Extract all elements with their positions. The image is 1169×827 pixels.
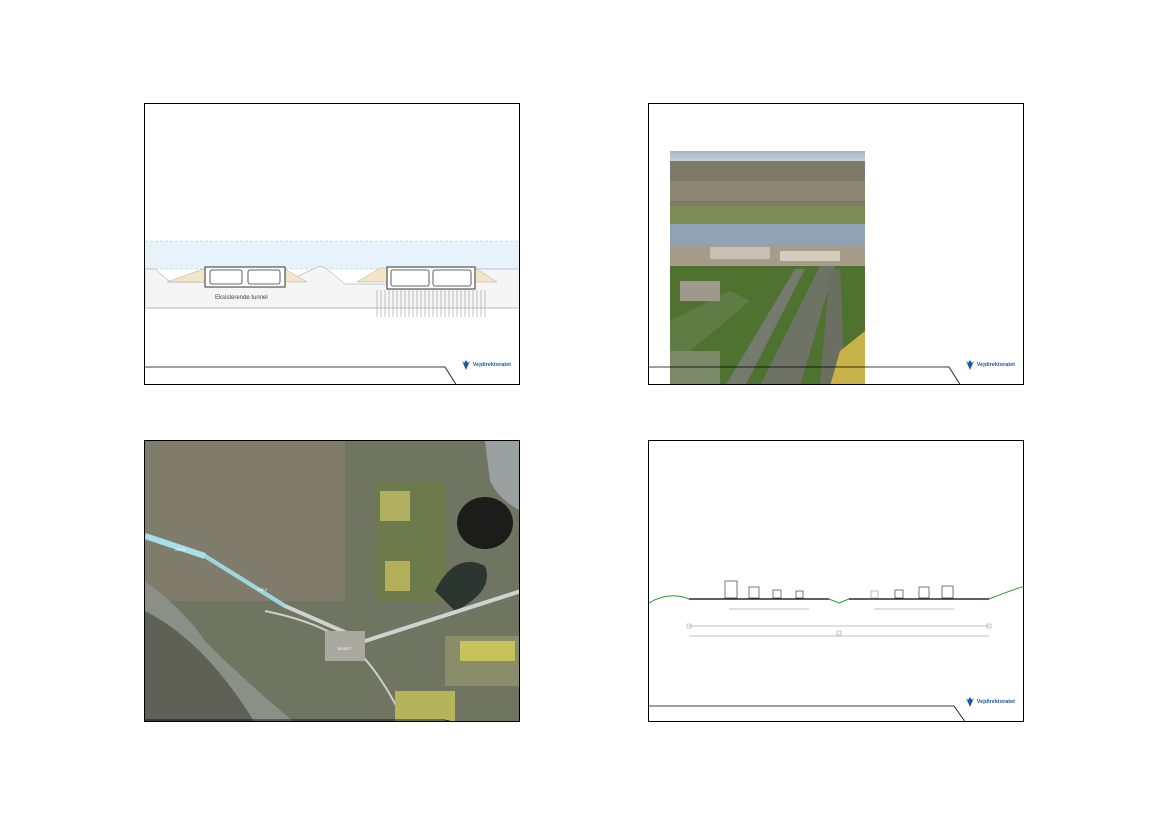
tunnel-caption: Eksisterende tunnel	[215, 295, 268, 301]
place-label: BOSET	[338, 646, 352, 651]
brand-logo: Vejdirektoratet	[461, 359, 511, 371]
road-label-a: 256.5	[175, 547, 186, 552]
road-cross-section-drawing	[649, 580, 1023, 637]
logo-text: Vejdirektoratet	[976, 699, 1015, 705]
aerial-river-photo	[670, 151, 865, 384]
slide-aerial-map: 256.5 286.0 BOSET	[144, 440, 520, 722]
logo-text: Vejdirektoratet	[472, 362, 511, 368]
crown-icon	[461, 360, 470, 370]
aerial-map-photo: 256.5 286.0 BOSET	[145, 441, 519, 721]
crown-icon	[965, 697, 974, 707]
brand-logo: Vejdirektoratet	[965, 696, 1015, 708]
road-label-b: 286.0	[257, 587, 268, 592]
brand-logo: Vejdirektoratet	[965, 359, 1015, 371]
logo-text: Vejdirektoratet	[976, 362, 1015, 368]
tunnel-section-drawing	[145, 240, 519, 317]
slide-road-cross-section: Vejdirektoratet	[648, 440, 1024, 722]
slide-tunnel-section: Eksisterende tunnel Vejdirektoratet	[144, 103, 520, 385]
slide-aerial-river: Vejdirektoratet	[648, 103, 1024, 385]
crown-icon	[965, 360, 974, 370]
